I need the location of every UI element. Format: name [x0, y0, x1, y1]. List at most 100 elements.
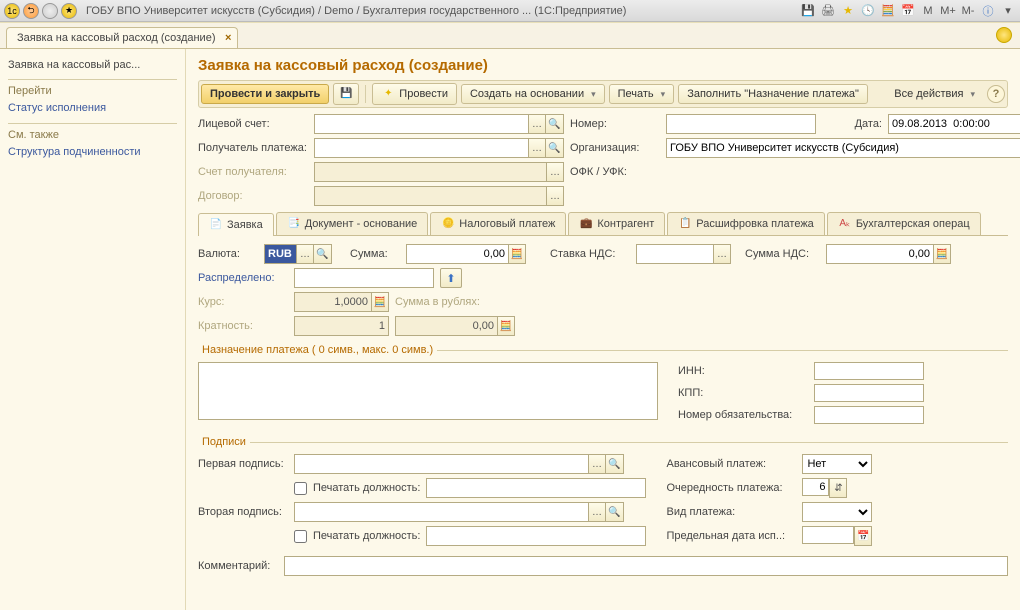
search-icon[interactable]: 🔍 — [606, 454, 624, 474]
tab-breakdown[interactable]: 📋Расшифровка платежа — [667, 212, 825, 235]
payee-label: Получатель платежа: — [198, 142, 308, 154]
tab-counterparty[interactable]: 💼Контрагент — [568, 212, 665, 235]
distributed-field[interactable] — [294, 268, 434, 288]
lookup-icon: … — [546, 162, 564, 182]
titlebar-right: 💾 🖨 ★ 🕓 🧮 📅 M M+ M- ⓘ ▾ — [800, 3, 1016, 19]
tab-tax[interactable]: 🪙Налоговый платеж — [430, 212, 566, 235]
document-tab[interactable]: Заявка на кассовый расход (создание) × — [6, 27, 238, 48]
calculator-icon: 🧮 — [371, 292, 389, 312]
calculator-icon: 🧮 — [497, 316, 515, 336]
inn-label: ИНН: — [678, 365, 808, 377]
date-field[interactable]: 📅 — [888, 114, 1020, 134]
info-icon[interactable]: ⓘ — [980, 3, 996, 19]
inn-field[interactable] — [814, 362, 924, 380]
print-button[interactable]: Печать — [609, 84, 675, 104]
mem-mplus[interactable]: M+ — [940, 3, 956, 19]
payee-field[interactable]: …🔍 — [314, 138, 564, 158]
mem-mminus[interactable]: M- — [960, 3, 976, 19]
lookup-icon[interactable]: … — [588, 454, 606, 474]
page-title: Заявка на кассовый расход (создание) — [198, 57, 1008, 74]
search-icon[interactable]: 🔍 — [546, 138, 564, 158]
sidebar-status-link[interactable]: Статус исполнения — [8, 99, 177, 117]
print-icon[interactable]: 🖨 — [820, 3, 836, 19]
search-icon[interactable]: 🔍 — [606, 502, 624, 522]
post-and-close-button[interactable]: Провести и закрыть — [201, 84, 329, 104]
vat-rate-field[interactable]: … — [636, 244, 731, 264]
calc-icon[interactable]: 🧮 — [880, 3, 896, 19]
first-sig-field[interactable]: …🔍 — [294, 454, 624, 474]
all-actions-button[interactable]: Все действия — [886, 85, 983, 103]
fill-purpose-button[interactable]: Заполнить "Назначение платежа" — [678, 84, 868, 104]
print-pos2-label: Печатать должность: — [313, 530, 420, 542]
contract-field: … — [314, 186, 564, 206]
print-pos1-checkbox[interactable] — [294, 482, 307, 495]
search-icon[interactable]: 🔍 — [546, 114, 564, 134]
tab-accounting[interactable]: AₖБухгалтерская операц — [827, 212, 981, 235]
advance-combo[interactable]: Нет — [802, 454, 872, 474]
obligation-num-field[interactable] — [814, 406, 924, 424]
paytype-combo[interactable] — [802, 502, 872, 522]
org-field[interactable]: …🔍 — [666, 138, 1020, 158]
coin-icon: 🪙 — [441, 217, 455, 231]
lookup-icon[interactable]: … — [588, 502, 606, 522]
signatures-fieldset: Подписи Первая подпись: …🔍 Печатать долж… — [198, 436, 1008, 550]
purpose-legend: Назначение платежа ( 0 симв., макс. 0 си… — [198, 344, 437, 356]
floppy-icon: 💾 — [339, 87, 353, 101]
print-pos1-field[interactable] — [426, 478, 646, 498]
app-logo-icon: 1c — [4, 3, 20, 19]
vat-sum-field[interactable]: 🧮 — [826, 244, 951, 264]
help-button[interactable]: ? — [987, 85, 1005, 103]
second-sig-field[interactable]: …🔍 — [294, 502, 624, 522]
tab-close-icon[interactable]: × — [225, 32, 231, 44]
nav-back-icon[interactable]: ⮌ — [23, 3, 39, 19]
calculator-icon[interactable]: 🧮 — [508, 244, 526, 264]
print-pos1-label: Печатать должность: — [313, 482, 420, 494]
calendar-icon[interactable]: 📅 — [854, 526, 872, 546]
history-icon[interactable]: 🕓 — [860, 3, 876, 19]
lookup-icon: … — [546, 186, 564, 206]
tab-basis-doc[interactable]: 📑Документ - основание — [276, 212, 429, 235]
lookup-icon[interactable]: … — [713, 244, 731, 264]
calendar-icon[interactable]: 📅 — [900, 3, 916, 19]
priority-field[interactable]: ⇵ — [802, 478, 847, 498]
lookup-icon[interactable]: … — [528, 138, 546, 158]
save-icon[interactable]: 💾 — [800, 3, 816, 19]
spinner-icon[interactable]: ⇵ — [829, 478, 847, 498]
sum-field[interactable]: 🧮 — [406, 244, 526, 264]
print-pos2-checkbox[interactable] — [294, 530, 307, 543]
save-button[interactable]: 💾 — [333, 83, 359, 105]
kpp-field[interactable] — [814, 384, 924, 402]
calculator-icon[interactable]: 🧮 — [933, 244, 951, 264]
tab-strip: Заявка на кассовый расход (создание) × — [0, 23, 1020, 49]
sidebar-goto-header: Перейти — [8, 83, 177, 99]
vat-sum-label: Сумма НДС: — [745, 248, 820, 260]
create-based-button[interactable]: Создать на основании — [461, 84, 605, 104]
deadline-field[interactable]: 📅 — [802, 526, 872, 546]
vat-rate-label: Ставка НДС: — [550, 248, 630, 260]
currency-field[interactable]: …🔍 — [264, 244, 332, 264]
first-sig-label: Первая подпись: — [198, 458, 288, 470]
account-field[interactable]: …🔍 — [314, 114, 564, 134]
nav-fwd-icon[interactable] — [42, 3, 58, 19]
paytype-label: Вид платежа: — [666, 506, 796, 518]
sidebar-structure-link[interactable]: Структура подчиненности — [8, 143, 177, 161]
lookup-icon[interactable]: … — [296, 244, 314, 264]
lookup-icon[interactable]: … — [528, 114, 546, 134]
content: Заявка на кассовый расход (создание) Про… — [186, 49, 1020, 610]
menu-icon[interactable]: ▾ — [1000, 3, 1016, 19]
purpose-textarea[interactable] — [198, 362, 658, 420]
number-field[interactable] — [666, 114, 816, 134]
up-arrow-button[interactable]: ⬆ — [440, 268, 462, 288]
mem-m[interactable]: M — [920, 3, 936, 19]
collapse-button[interactable] — [996, 27, 1012, 43]
post-button[interactable]: ✦Провести — [372, 83, 457, 105]
number-label: Номер: — [570, 118, 660, 130]
print-pos2-field[interactable] — [426, 526, 646, 546]
tab-request[interactable]: 📄Заявка — [198, 213, 274, 236]
toolbar: Провести и закрыть 💾 ✦Провести Создать н… — [198, 80, 1008, 108]
search-icon[interactable]: 🔍 — [314, 244, 332, 264]
subtabs: 📄Заявка 📑Документ - основание 🪙Налоговый… — [198, 212, 1008, 236]
favorite-icon[interactable]: ★ — [61, 3, 77, 19]
star-icon[interactable]: ★ — [840, 3, 856, 19]
comment-field[interactable] — [284, 556, 1008, 576]
